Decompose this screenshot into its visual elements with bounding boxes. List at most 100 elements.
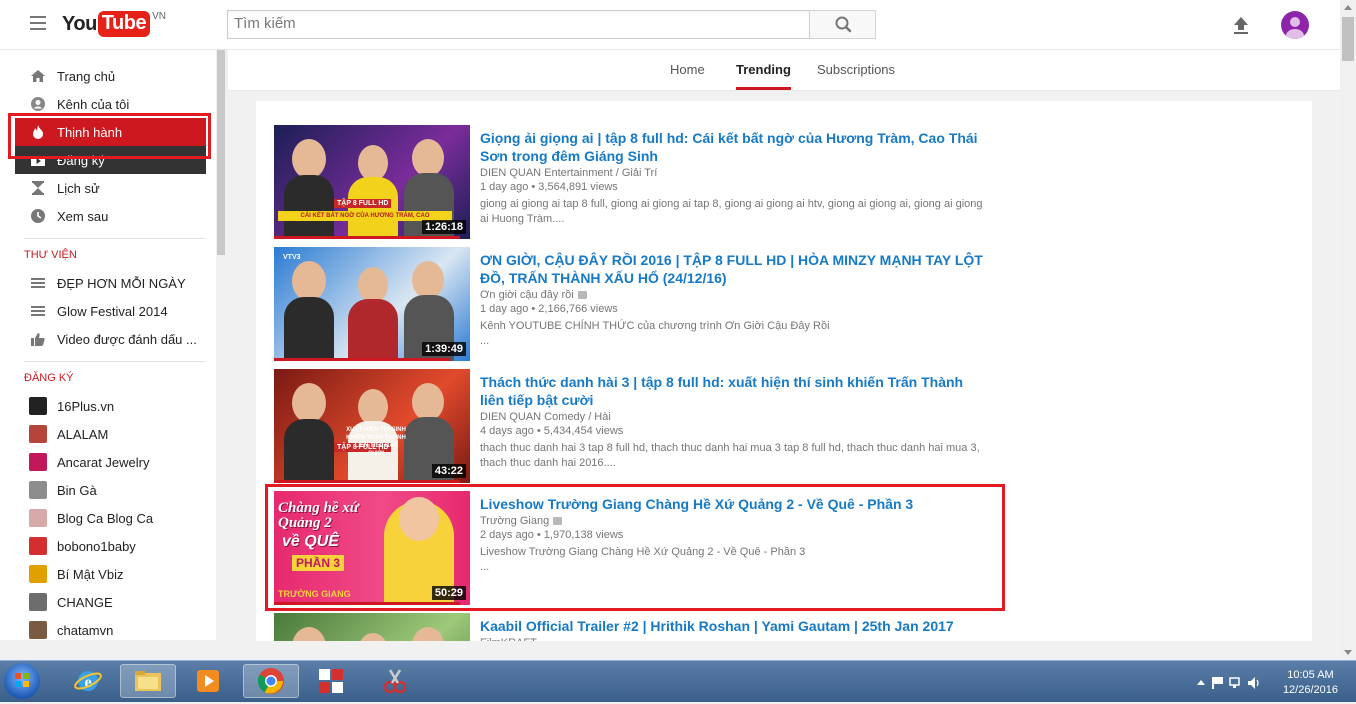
account-avatar[interactable] <box>1281 11 1309 39</box>
sidebar-item-history[interactable]: Lịch sử <box>0 174 206 202</box>
thumb-caption: Chàng hề xứ Quảng 2 <box>278 500 359 531</box>
upload-button[interactable] <box>1230 14 1252 36</box>
search-button[interactable] <box>809 10 876 39</box>
logo-you: You <box>62 13 97 35</box>
search-input[interactable] <box>228 11 810 36</box>
sidebar-item-liked-videos[interactable]: Video được đánh dấu ... <box>0 325 206 353</box>
volume-icon[interactable] <box>1247 676 1261 690</box>
video-thumbnail[interactable]: TẬP 8 FULL HD CÁI KẾT BẤT NGỜ CỦA HƯƠNG T… <box>274 125 470 239</box>
snipping-tool-icon <box>383 669 407 694</box>
channel-avatar <box>29 453 47 471</box>
video-description: giong ai giong ai tap 8 full, giong ai g… <box>480 198 983 225</box>
taskbar-media-player[interactable] <box>180 664 236 698</box>
video-item: TẬP 8 FULL HD XUẤT HIỆN THÍ SINH KHIẾN TR… <box>274 369 994 487</box>
video-channel-link[interactable]: Ơn giời cậu đây rồi <box>480 289 574 301</box>
verified-badge-icon <box>553 517 563 525</box>
guide-menu-icon[interactable] <box>30 16 46 30</box>
history-hourglass-icon <box>31 181 45 195</box>
logo-tube: Tube <box>97 11 151 37</box>
tab-subscriptions[interactable]: Subscriptions <box>817 50 895 90</box>
scroll-up-arrow-icon[interactable] <box>1340 0 1356 16</box>
video-channel-link[interactable]: Trường Giang <box>480 515 549 527</box>
windows-logo-icon <box>15 673 29 687</box>
sidebar-channel-item[interactable]: bobono1baby <box>0 532 206 560</box>
sidebar-channel-item[interactable]: CHANGE <box>0 588 206 616</box>
scroll-down-arrow-icon[interactable] <box>1340 644 1356 660</box>
video-channel-link[interactable]: FilmKRAFT <box>480 637 537 641</box>
sidebar-scrollbar[interactable] <box>216 50 226 640</box>
sidebar-item-label: Trang chủ <box>57 68 116 84</box>
sidebar-channel-item[interactable]: ALALAM <box>0 420 206 448</box>
taskbar-unikey[interactable] <box>303 664 359 698</box>
action-center-flag-icon[interactable] <box>1211 676 1225 690</box>
page-scrollbar-thumb[interactable] <box>1342 17 1354 61</box>
home-icon <box>31 69 45 83</box>
sidebar-item-my-channel[interactable]: Kênh của tôi <box>0 90 206 118</box>
video-description: Liveshow Trường Giang Chàng Hề Xứ Quảng … <box>480 546 806 573</box>
video-info: ƠN GIỜI, CẬU ĐÂY RỒI 2016 | TẬP 8 FULL H… <box>480 251 990 349</box>
sidebar-item-watch-later[interactable]: Xem sau <box>0 202 206 230</box>
sidebar-item-playlist[interactable]: ĐẸP HƠN MỖI NGÀY <box>0 269 206 297</box>
search-icon <box>835 16 852 33</box>
sidebar-channel-item[interactable]: Bin Gà <box>0 476 206 504</box>
video-thumbnail[interactable] <box>274 613 470 641</box>
video-thumbnail[interactable]: Chàng hề xứ Quảng 2 về QUÊ PHẦN 3 TRƯỜNG GI… <box>274 491 470 605</box>
thumb-caption: PHẦN 3 <box>292 555 345 571</box>
thumbs-up-icon <box>31 332 45 346</box>
tray-expand-icon[interactable] <box>1195 677 1207 689</box>
sidebar-item-label: Glow Festival 2014 <box>57 303 168 319</box>
network-icon[interactable] <box>1229 676 1243 690</box>
video-thumbnail[interactable]: TẬP 8 FULL HD XUẤT HIỆN THÍ SINH KHIẾN TR… <box>274 369 470 483</box>
video-channel-link[interactable]: DIEN QUAN Entertainment / Giải Trí <box>480 167 657 179</box>
clock-date: 12/26/2016 <box>1282 684 1338 696</box>
watch-progress-bar <box>274 480 461 483</box>
video-title-link[interactable]: ƠN GIỜI, CẬU ĐÂY RỒI 2016 | TẬP 8 FULL H… <box>480 251 990 287</box>
sidebar-item-home[interactable]: Trang chủ <box>0 62 206 90</box>
sidebar-channel-item[interactable]: Ancarat Jewelry <box>0 448 206 476</box>
sidebar-channel-item[interactable]: Bí Mật Vbiz <box>0 560 206 588</box>
playlist-icon <box>31 304 45 318</box>
page-scrollbar[interactable] <box>1340 0 1356 660</box>
sidebar-channel-label: CHANGE <box>57 594 113 610</box>
video-channel-link[interactable]: DIEN QUAN Comedy / Hài <box>480 411 611 423</box>
sidebar-item-subscriptions[interactable]: Đăng ký <box>15 146 206 174</box>
youtube-logo[interactable]: You Tube VN <box>62 11 166 39</box>
video-info: Liveshow Trường Giang Chàng Hề Xứ Quảng … <box>480 495 990 575</box>
taskbar-internet-explorer[interactable]: e <box>60 664 116 698</box>
sidebar-channel-item[interactable]: chatamvn <box>0 616 206 640</box>
taskbar-chrome[interactable] <box>243 664 299 698</box>
sidebar-scrollbar-thumb[interactable] <box>217 50 225 255</box>
sidebar-item-label: Thịnh hành <box>57 124 123 140</box>
video-title-link[interactable]: Liveshow Trường Giang Chàng Hề Xứ Quảng … <box>480 495 990 513</box>
video-thumbnail[interactable]: VTV3 1:39:49 <box>274 247 470 361</box>
video-title-link[interactable]: Giọng ải giọng ai | tập 8 full hd: Cái k… <box>480 129 990 165</box>
taskbar-file-explorer[interactable] <box>120 664 176 698</box>
tab-home[interactable]: Home <box>670 50 705 90</box>
system-tray: 10:05 AM 12/26/2016 <box>1195 661 1356 702</box>
sidebar-channel-item[interactable]: 16Plus.vn <box>0 392 206 420</box>
upload-icon <box>1234 17 1248 34</box>
account-icon <box>31 97 45 111</box>
chrome-icon <box>257 668 284 694</box>
user-avatar-icon <box>1286 17 1304 39</box>
channel-avatar <box>29 509 47 527</box>
video-meta: 1 day ago • 2,166,766 views <box>480 303 990 315</box>
search-box <box>227 10 810 39</box>
video-age: 4 days ago <box>480 425 534 437</box>
thumb-caption: về QUÊ <box>282 533 339 550</box>
taskbar-clock[interactable]: 10:05 AM 12/26/2016 <box>1283 668 1338 698</box>
library-section-title: THƯ VIỆN <box>24 249 77 261</box>
video-title-link[interactable]: Kaabil Official Trailer #2 | Hrithik Ros… <box>480 617 990 635</box>
sidebar-channel-item[interactable]: Blog Ca Blog Ca <box>0 504 206 532</box>
subscriptions-section-title: ĐĂNG KÝ <box>24 372 74 384</box>
taskbar-snipping-tool[interactable] <box>367 664 423 698</box>
meta-separator: • <box>533 425 544 437</box>
thumb-caption: TRƯỜNG GIANG <box>278 589 351 599</box>
start-button[interactable] <box>4 663 40 699</box>
video-title-link[interactable]: Thách thức danh hài 3 | tập 8 full hd: x… <box>480 373 990 409</box>
tab-trending[interactable]: Trending <box>736 50 791 90</box>
video-views: 1,970,138 views <box>543 529 624 541</box>
sidebar-item-playlist[interactable]: Glow Festival 2014 <box>0 297 206 325</box>
sidebar-item-trending[interactable]: Thịnh hành <box>15 118 206 146</box>
sidebar-channel-label: Blog Ca Blog Ca <box>57 510 154 526</box>
